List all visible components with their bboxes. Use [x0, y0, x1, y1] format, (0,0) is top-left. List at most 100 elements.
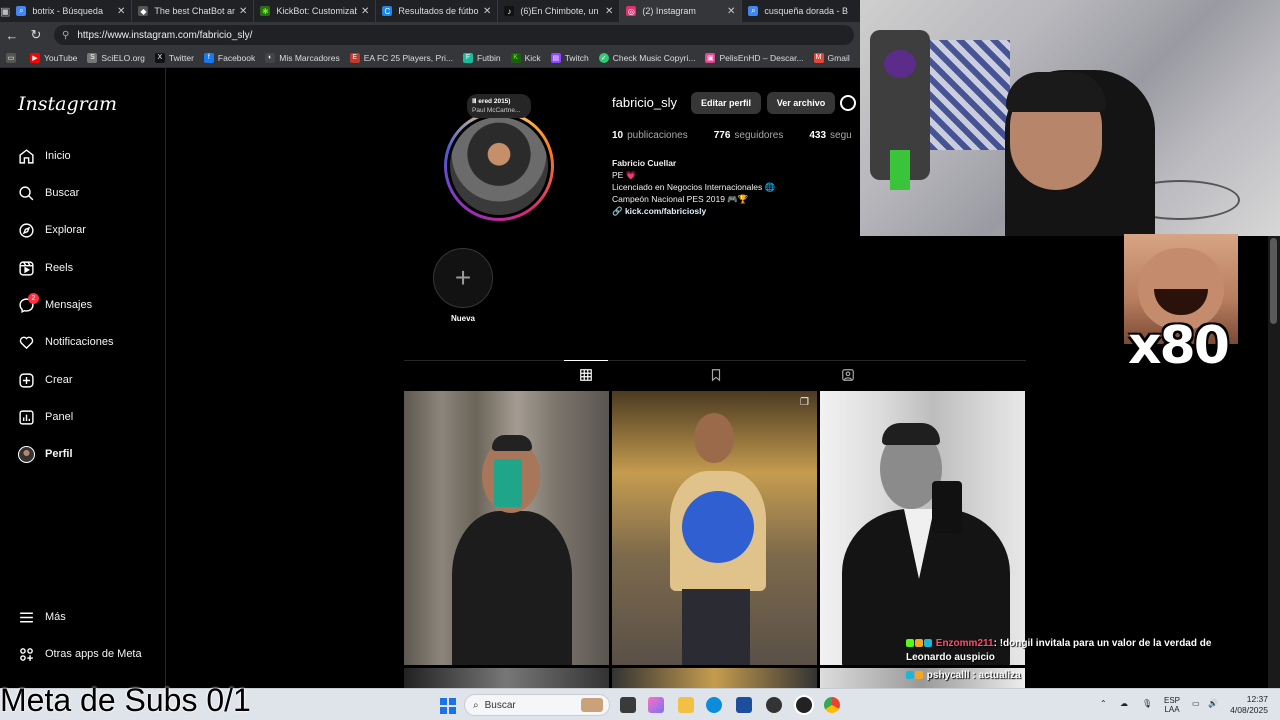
sidebar: Instagram Inicio Buscar Explorar Reels 2…: [0, 68, 166, 688]
sidebar-item-panel[interactable]: Panel: [18, 406, 73, 428]
followers-stat[interactable]: 776 seguidores: [714, 130, 784, 141]
tab-tagged[interactable]: [840, 367, 856, 383]
tab-cusquena[interactable]: ⌕ cusqueña dorada - B: [742, 0, 860, 22]
grid-icon: [580, 369, 592, 381]
app-icon[interactable]: [796, 697, 812, 713]
sidebar-item-inicio[interactable]: Inicio: [18, 145, 71, 167]
reload-icon[interactable]: ↻: [24, 22, 48, 48]
site-info-icon[interactable]: ⚲: [62, 30, 69, 41]
post-thumbnail[interactable]: [820, 391, 1025, 665]
following-stat[interactable]: 433 segu: [809, 130, 851, 141]
post-thumbnail[interactable]: [612, 668, 817, 688]
close-icon[interactable]: ✕: [361, 6, 369, 17]
network-icon[interactable]: ▭: [1192, 699, 1200, 708]
sidebar-item-mensajes[interactable]: 2 Mensajes: [18, 292, 92, 316]
posts-stat: 10 publicaciones: [612, 130, 688, 141]
close-icon[interactable]: ✕: [483, 6, 491, 17]
url-input[interactable]: ⚲ https://www.instagram.com/fabricio_sly/: [54, 25, 854, 45]
sidebar-item-perfil[interactable]: Perfil: [18, 443, 73, 465]
bookmark-youtube[interactable]: ▶ YouTube: [30, 52, 77, 63]
language-indicator[interactable]: ESP LAA: [1164, 696, 1180, 714]
badge-icon: [906, 639, 914, 648]
note-song-artist: Paul McCartne...: [472, 107, 521, 114]
diamond-icon: ◆: [138, 6, 149, 16]
post-thumbnail[interactable]: [404, 391, 609, 665]
tab-strip: ▣ ⌕ botrix - Búsqueda ✕ ◆ The best ChatBot …: [0, 0, 860, 22]
tab-chatbot[interactable]: ◆The best ChatBot and V✕: [132, 0, 255, 22]
sidebar-item-otras-apps[interactable]: Otras apps de Meta: [18, 643, 142, 665]
new-highlight-button[interactable]: +: [433, 248, 493, 308]
tray-overflow-icon[interactable]: ⌃: [1100, 699, 1107, 708]
avatar-icon: [18, 445, 35, 463]
multiplier-text: x80: [1128, 316, 1230, 376]
search-icon: ⌕: [16, 6, 27, 16]
tab-instagram[interactable]: ◎ (2) Instagram ✕: [620, 0, 743, 22]
tab-botrix[interactable]: ⌕ botrix - Búsqueda ✕: [10, 0, 133, 22]
close-icon[interactable]: ✕: [727, 6, 735, 17]
sidebar-item-label: Otras apps de Meta: [45, 648, 142, 660]
tab-saved[interactable]: [708, 367, 724, 383]
search-highlight-icon: [581, 698, 603, 712]
profile-avatar-ring[interactable]: [444, 111, 554, 221]
settings-gear-icon[interactable]: [840, 95, 856, 111]
tab-menu-icon[interactable]: ▣: [0, 0, 10, 22]
bookmark-futbin[interactable]: F Futbin: [463, 52, 501, 63]
edge-icon[interactable]: [706, 697, 722, 713]
sidebar-item-mas[interactable]: Más: [18, 606, 66, 628]
bookmark-gmail[interactable]: M Gmail: [813, 52, 850, 63]
sidebar-item-buscar[interactable]: Buscar: [18, 182, 79, 204]
tab-posts[interactable]: [564, 360, 608, 383]
onedrive-icon[interactable]: ☁: [1120, 699, 1128, 708]
profile-link[interactable]: 🔗 kick.com/fabriciosly: [612, 205, 852, 217]
file-explorer-icon[interactable]: [678, 697, 694, 713]
edit-profile-button[interactable]: Editar perfil: [691, 92, 761, 114]
bookmark-pelisenhd[interactable]: ▣ PelisEnHD – Descar...: [705, 52, 804, 63]
volume-icon[interactable]: 🔊: [1208, 699, 1218, 708]
view-archive-button[interactable]: Ver archivo: [767, 92, 835, 114]
bookmark-twitch[interactable]: ▤ Twitch: [550, 52, 589, 63]
close-icon[interactable]: ✕: [117, 6, 125, 17]
tab-resultados[interactable]: C Resultados de fútbol e ✕: [376, 0, 499, 22]
instagram-logo[interactable]: Instagram: [18, 93, 117, 115]
bookmark-eafc[interactable]: E EA FC 25 Players, Pri...: [349, 52, 453, 63]
globe-icon: ◐: [265, 52, 276, 63]
meta-apps-icon: [18, 646, 35, 663]
back-arrow-icon[interactable]: ←: [0, 22, 24, 48]
post-thumbnail[interactable]: ❐: [612, 391, 817, 665]
close-icon[interactable]: ✕: [605, 6, 613, 17]
youtube-icon: ▶: [30, 52, 40, 63]
tab-kickbot[interactable]: ✱KickBot: Customizable✕: [254, 0, 377, 22]
sidebar-item-reels[interactable]: Reels: [18, 257, 73, 279]
chat-message: Enzomm211: !dongil invitala para un valo…: [906, 637, 1256, 665]
bio-line: Licenciado en Negocios Internacionales 🌐: [612, 182, 776, 192]
plus-square-icon: [18, 372, 35, 389]
mic-icon[interactable]: 🎙: [1142, 699, 1152, 708]
taskbar-search-input[interactable]: ⌕ Buscar: [464, 694, 610, 716]
sidebar-item-explorar[interactable]: Explorar: [18, 219, 86, 241]
bookmark-kick[interactable]: K Kick: [510, 52, 541, 63]
chrome-icon[interactable]: [824, 697, 840, 713]
windows-start-icon[interactable]: [440, 698, 456, 714]
scrollbar-thumb[interactable]: [1270, 238, 1277, 324]
taskbar-clock[interactable]: 12:37 4/08/2025: [1222, 694, 1268, 716]
obs-icon[interactable]: [766, 697, 782, 713]
bookmark-twitter[interactable]: X Twitter: [154, 52, 194, 63]
close-icon[interactable]: ✕: [239, 6, 247, 17]
bookmark-scielo[interactable]: S SciELO.org: [87, 52, 145, 63]
compass-icon: [18, 222, 35, 239]
store-icon[interactable]: [736, 697, 752, 713]
bookmark-menu-icon[interactable]: ▭: [6, 52, 20, 63]
task-view-icon[interactable]: [620, 697, 636, 713]
bookmark-facebook[interactable]: f Facebook: [203, 52, 255, 63]
sidebar-item-crear[interactable]: Crear: [18, 369, 73, 391]
profile-note-bubble[interactable]: Ⅲ ered 2015) Paul McCartne...: [467, 94, 531, 118]
sidebar-item-notificaciones[interactable]: Notificaciones: [18, 331, 113, 353]
kickbot-icon: ✱: [260, 6, 271, 16]
post-thumbnail[interactable]: [404, 668, 609, 688]
badge-icon: [915, 639, 923, 648]
bookmark-mis-marcadores[interactable]: ◐ Mis Marcadores: [265, 52, 340, 63]
bookmark-check-music[interactable]: ✓ Check Music Copyri...: [598, 52, 695, 63]
circle-c-icon: C: [382, 6, 393, 16]
tab-tiktok[interactable]: ♪(6)En Chimbote, un trá✕: [498, 0, 621, 22]
copilot-icon[interactable]: [648, 697, 664, 713]
